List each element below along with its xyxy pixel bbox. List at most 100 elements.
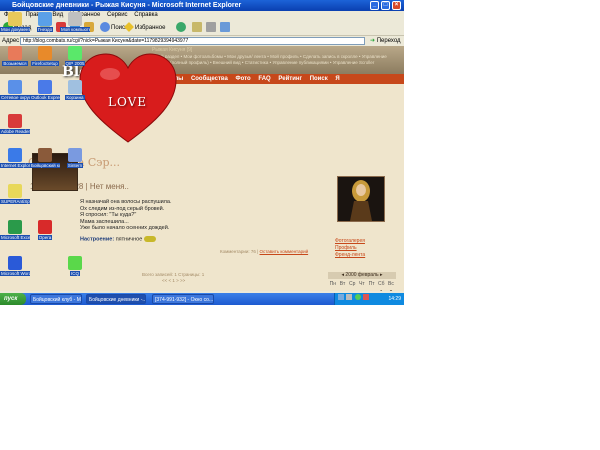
history-icon bbox=[176, 22, 186, 33]
desktop-app-icon bbox=[8, 80, 22, 94]
sidebar-link-profile[interactable]: Профиль bbox=[335, 245, 365, 252]
menu-help[interactable]: Справка bbox=[134, 12, 158, 18]
pager: Всего записей: 1 Страницы: 1 << < 1 > >> bbox=[142, 272, 204, 284]
desktop-app-icon bbox=[68, 12, 82, 26]
post-line: Уже было начало осенних дождей. bbox=[80, 225, 170, 231]
desktop-icon-label: FirefoxSetup bbox=[31, 61, 59, 66]
maximize-icon[interactable]: □ bbox=[381, 1, 390, 10]
desktop-icon[interactable]: FirefoxSetup bbox=[30, 46, 60, 67]
desktop-icon-label: Мой компьютер bbox=[60, 27, 90, 32]
window-title: Бойцовские дневники - Рыжая Кисуня - Mic… bbox=[12, 2, 242, 9]
window-titlebar[interactable]: Бойцовские дневники - Рыжая Кисуня - Mic… bbox=[0, 0, 404, 11]
nav-search[interactable]: Поиск bbox=[310, 76, 328, 82]
desktop-app-icon bbox=[8, 148, 22, 162]
desktop-icon[interactable]: Internet Explorer bbox=[0, 148, 30, 169]
desktop-icon[interactable]: Sintern bbox=[60, 148, 90, 169]
desktop-icon-label: Мои документы bbox=[0, 27, 30, 32]
desktop-app-icon bbox=[38, 46, 52, 60]
post-mood: Настроение: пятничное bbox=[80, 236, 156, 242]
desktop-app-icon bbox=[8, 256, 22, 270]
sidebar-link-gallery[interactable]: Фотогалерея bbox=[335, 238, 365, 245]
calendar: ◂ 2000 февраль ▸ ПнВтСрЧтПтСбВс 12345678… bbox=[328, 272, 396, 291]
task-button[interactable]: [374-991-932] - Окно со... bbox=[152, 294, 214, 304]
desktop-icon[interactable]: QIP 2005 bbox=[60, 46, 90, 67]
printer-icon bbox=[206, 22, 216, 33]
go-arrow-icon: ➜ bbox=[370, 38, 376, 44]
post-footer: Комментарии: 76 | Оставить комментарий bbox=[220, 249, 309, 254]
task-button[interactable]: Бойцовские дневники -... bbox=[86, 294, 146, 304]
tray-volume-icon[interactable] bbox=[346, 294, 353, 300]
desktop-icon[interactable]: ICQ bbox=[60, 256, 90, 277]
nav-faq[interactable]: FAQ bbox=[258, 76, 270, 82]
leave-comment-link[interactable]: Оставить комментарий bbox=[260, 249, 309, 254]
pager-links[interactable]: << < 1 > >> bbox=[142, 278, 204, 284]
desktop-icon[interactable]: Бойцовский клуб bbox=[30, 148, 60, 169]
nav-photo[interactable]: Фото bbox=[236, 76, 251, 82]
history-button[interactable] bbox=[176, 22, 187, 34]
sidebar-links: Фотогалерея Профиль Френд-лента bbox=[335, 238, 365, 259]
calendar-next-icon[interactable]: ▸ bbox=[380, 272, 383, 278]
desktop-icon[interactable]: Opera bbox=[30, 220, 60, 241]
desktop-app-icon bbox=[8, 46, 22, 60]
desktop-app-icon bbox=[8, 12, 22, 26]
desktop-icon[interactable]: Outlook Express bbox=[30, 80, 60, 101]
task-button[interactable]: Бойцовский клуб - Micr... bbox=[30, 294, 82, 304]
search-icon bbox=[100, 22, 110, 33]
comments-count[interactable]: Комментарии: 76 bbox=[220, 249, 256, 254]
mood-value: пятничное bbox=[115, 236, 143, 243]
tray-antivirus-icon[interactable] bbox=[363, 294, 370, 300]
desktop-icon[interactable]: Microsoft Word bbox=[0, 256, 30, 277]
desktop-app-icon bbox=[8, 220, 22, 234]
tray-network-icon[interactable] bbox=[338, 294, 344, 300]
desktop-app-icon bbox=[38, 12, 52, 26]
calendar-prev-icon[interactable]: ◂ bbox=[342, 272, 345, 278]
menu-tools[interactable]: Сервис bbox=[107, 12, 128, 18]
desktop-app-icon bbox=[68, 80, 82, 94]
print-button[interactable] bbox=[206, 22, 217, 34]
desktop-icon[interactable]: Мои документы bbox=[0, 12, 30, 33]
nav-me[interactable]: Я bbox=[335, 76, 339, 82]
mail-icon bbox=[192, 22, 202, 33]
desktop-icon-label: Microsoft Excel bbox=[0, 235, 30, 240]
user-menu-links[interactable]: • Мой раздел • Мои фотоальбомы • Мои дру… bbox=[152, 54, 402, 66]
system-tray: 14:29 bbox=[334, 293, 404, 305]
address-label: Адрес bbox=[2, 38, 20, 44]
mail-button[interactable] bbox=[192, 22, 203, 34]
address-bar: Адрес http://blog.combats.ru/cgi/?nick=Р… bbox=[0, 36, 404, 46]
nav-rating[interactable]: Рейтинг bbox=[278, 76, 302, 82]
close-icon[interactable]: × bbox=[392, 1, 401, 10]
desktop-icon-label: Гнездо bbox=[36, 27, 54, 32]
desktop-icon[interactable]: Гнездо bbox=[30, 12, 60, 33]
desktop-icon-label: Outlook Express bbox=[30, 95, 60, 100]
desktop-app-icon bbox=[68, 256, 82, 270]
user-avatar[interactable] bbox=[337, 176, 385, 222]
sidebar-link-friends[interactable]: Френд-лента bbox=[335, 252, 365, 259]
desktop-icon[interactable]: Adobe Reader bbox=[0, 114, 30, 135]
desktop-icon-label: Internet Explorer bbox=[0, 163, 30, 168]
go-button[interactable]: ➜ Переход bbox=[370, 36, 401, 46]
site-nav: Скроллы Сообщества Фото FAQ Рейтинг Поис… bbox=[150, 74, 404, 84]
star-icon bbox=[124, 22, 134, 33]
clock: 14:29 bbox=[388, 296, 401, 302]
desktop-icon[interactable]: Сетевое окружение bbox=[0, 80, 30, 101]
minimize-icon[interactable]: _ bbox=[370, 1, 379, 10]
desktop-app-icon bbox=[68, 46, 82, 60]
post-line: Я назначай она волосы распушила. bbox=[80, 199, 172, 205]
edit-button[interactable] bbox=[220, 22, 231, 34]
nav-communities[interactable]: Сообщества bbox=[191, 76, 228, 82]
favorites-button[interactable]: Избранное bbox=[124, 22, 165, 34]
desktop-icon-label: Opera bbox=[37, 235, 53, 240]
desktop-icon-label: Sintern bbox=[66, 163, 84, 168]
desktop-icon[interactable]: Корзина bbox=[60, 80, 90, 101]
desktop-app-icon bbox=[68, 148, 82, 162]
tray-icq-icon[interactable] bbox=[354, 294, 361, 300]
start-button[interactable]: пуск bbox=[0, 293, 26, 305]
calendar-header[interactable]: ◂ 2000 февраль ▸ bbox=[328, 272, 396, 279]
desktop-icon[interactable]: Microsoft Excel bbox=[0, 220, 30, 241]
address-input[interactable]: http://blog.combats.ru/cgi/?nick=Рыжая К… bbox=[20, 37, 365, 45]
desktop-icon-label: ICQ bbox=[69, 271, 80, 276]
desktop-icon[interactable]: SUPERAntiSpyware Free Edition bbox=[0, 184, 30, 205]
desktop-icon[interactable]: Возьмемся bbox=[0, 46, 30, 67]
desktop-icon[interactable]: Мой компьютер bbox=[60, 12, 90, 33]
post-body: Я назначай она волосы распушила. Ох след… bbox=[80, 199, 171, 232]
